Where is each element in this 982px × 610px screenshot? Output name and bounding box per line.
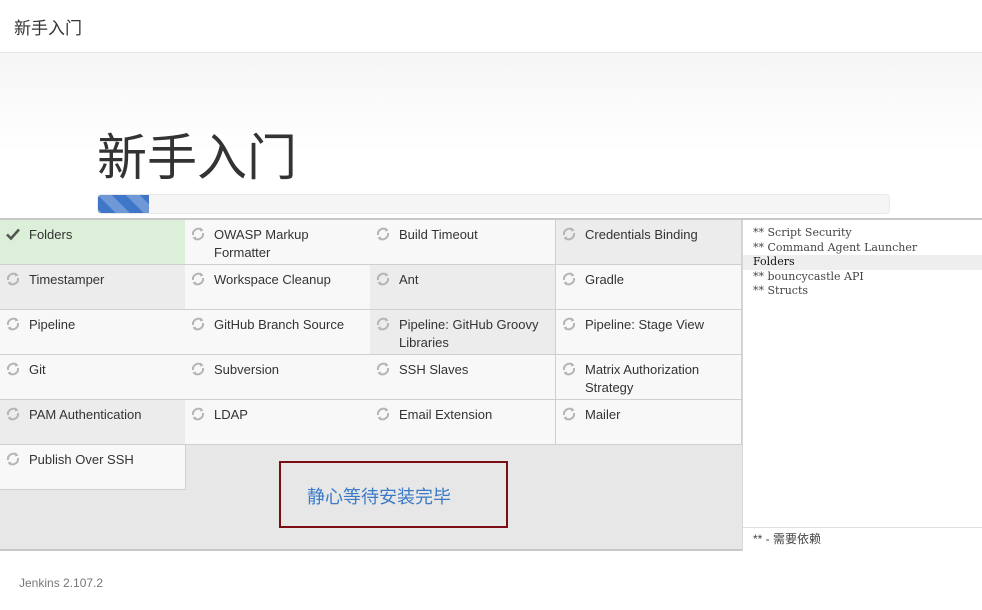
plugin-install-panel: Folders OWASP Markup Formatter Build Timeo… xyxy=(0,218,982,551)
plugin-label: Email Extension xyxy=(399,407,493,422)
page-title: 新手入门 xyxy=(97,130,297,186)
plugin-label: Gradle xyxy=(585,272,625,287)
plugin-label: Subversion xyxy=(214,362,280,377)
plugin-tile: Mailer xyxy=(556,400,742,445)
plugin-tile: Ant xyxy=(370,265,556,310)
dependency-legend: ** - 需要依赖 xyxy=(743,527,982,551)
install-progress-bar xyxy=(97,194,890,214)
install-progress-fill xyxy=(98,195,150,213)
plugin-label: Pipeline xyxy=(29,317,76,332)
plugin-label: Mailer xyxy=(585,407,621,422)
jenkins-version: Jenkins 2.107.2 xyxy=(19,576,104,590)
refresh-icon xyxy=(190,271,206,287)
plugin-label: Build Timeout xyxy=(399,227,478,242)
plugin-label: LDAP xyxy=(214,407,248,422)
refresh-icon xyxy=(190,406,206,422)
plugin-label: Matrix Authorization Strategy xyxy=(585,362,700,395)
wait-message-box: 静心等待安装完毕 xyxy=(279,461,508,528)
plugin-label: Folders xyxy=(29,227,73,242)
plugin-tile: Build Timeout xyxy=(370,220,556,265)
plugin-label: PAM Authentication xyxy=(29,407,142,422)
plugin-tile: Email Extension xyxy=(370,400,556,445)
log-line: Folders xyxy=(743,255,982,270)
plugin-tile: LDAP xyxy=(185,400,371,445)
plugin-tile: OWASP Markup Formatter xyxy=(185,220,371,265)
refresh-icon xyxy=(375,226,391,242)
install-log-lines: ** Script Security ** Command Agent Launc… xyxy=(743,220,982,299)
hero-section: 新手入门 xyxy=(0,53,982,218)
plugin-label: GitHub Branch Source xyxy=(214,317,345,332)
plugin-label: Pipeline: Stage View xyxy=(585,317,705,332)
top-bar: 新手入门 xyxy=(0,0,982,53)
plugin-tile: SSH Slaves xyxy=(370,355,556,400)
plugin-tile: Folders xyxy=(0,220,186,265)
plugin-label: Workspace Cleanup xyxy=(214,272,331,287)
header-title: 新手入门 xyxy=(14,19,82,38)
refresh-icon xyxy=(5,316,21,332)
plugin-tile: GitHub Branch Source xyxy=(185,310,371,355)
refresh-icon xyxy=(5,271,21,287)
plugin-label: Credentials Binding xyxy=(585,227,698,242)
plugin-label: Timestamper xyxy=(29,272,105,287)
refresh-icon xyxy=(375,361,391,377)
plugin-label: Git xyxy=(29,362,46,377)
plugin-tile: Matrix Authorization Strategy xyxy=(556,355,742,400)
plugin-label: OWASP Markup Formatter xyxy=(214,227,309,260)
refresh-icon xyxy=(190,316,206,332)
refresh-icon xyxy=(375,316,391,332)
check-icon xyxy=(5,226,21,242)
plugin-tile: Pipeline: Stage View xyxy=(556,310,742,355)
refresh-icon xyxy=(561,271,577,287)
plugin-tile: Subversion xyxy=(185,355,371,400)
log-line: ** Structs xyxy=(753,284,809,297)
log-line: ** Script Security xyxy=(753,226,852,239)
refresh-icon xyxy=(5,451,21,467)
log-line: ** bouncycastle API xyxy=(753,269,864,283)
install-log[interactable]: ** Script Security ** Command Agent Launc… xyxy=(742,220,982,551)
refresh-icon xyxy=(561,316,577,332)
plugin-tile: Pipeline xyxy=(0,310,186,355)
plugin-tile: Workspace Cleanup xyxy=(185,265,371,310)
refresh-icon xyxy=(375,406,391,422)
plugin-label: Pipeline: GitHub Groovy Libraries xyxy=(399,317,539,350)
refresh-icon xyxy=(190,226,206,242)
refresh-icon xyxy=(5,361,21,377)
plugin-label: Publish Over SSH xyxy=(29,452,134,467)
plugin-label: Ant xyxy=(399,272,419,287)
refresh-icon xyxy=(561,406,577,422)
plugin-tile: PAM Authentication xyxy=(0,400,186,445)
plugin-tile: Timestamper xyxy=(0,265,186,310)
wait-message: 静心等待安装完毕 xyxy=(307,487,451,507)
plugin-tile: Publish Over SSH xyxy=(0,445,186,490)
log-line: ** Command Agent Launcher xyxy=(753,240,918,254)
plugin-tile: Gradle xyxy=(556,265,742,310)
refresh-icon xyxy=(561,361,577,377)
refresh-icon xyxy=(5,406,21,422)
refresh-icon xyxy=(561,226,577,242)
plugin-tile: Credentials Binding xyxy=(556,220,742,265)
refresh-icon xyxy=(190,361,206,377)
plugin-tile: Pipeline: GitHub Groovy Libraries xyxy=(370,310,556,355)
plugin-label: SSH Slaves xyxy=(399,362,469,377)
plugin-tile: Git xyxy=(0,355,186,400)
refresh-icon xyxy=(375,271,391,287)
